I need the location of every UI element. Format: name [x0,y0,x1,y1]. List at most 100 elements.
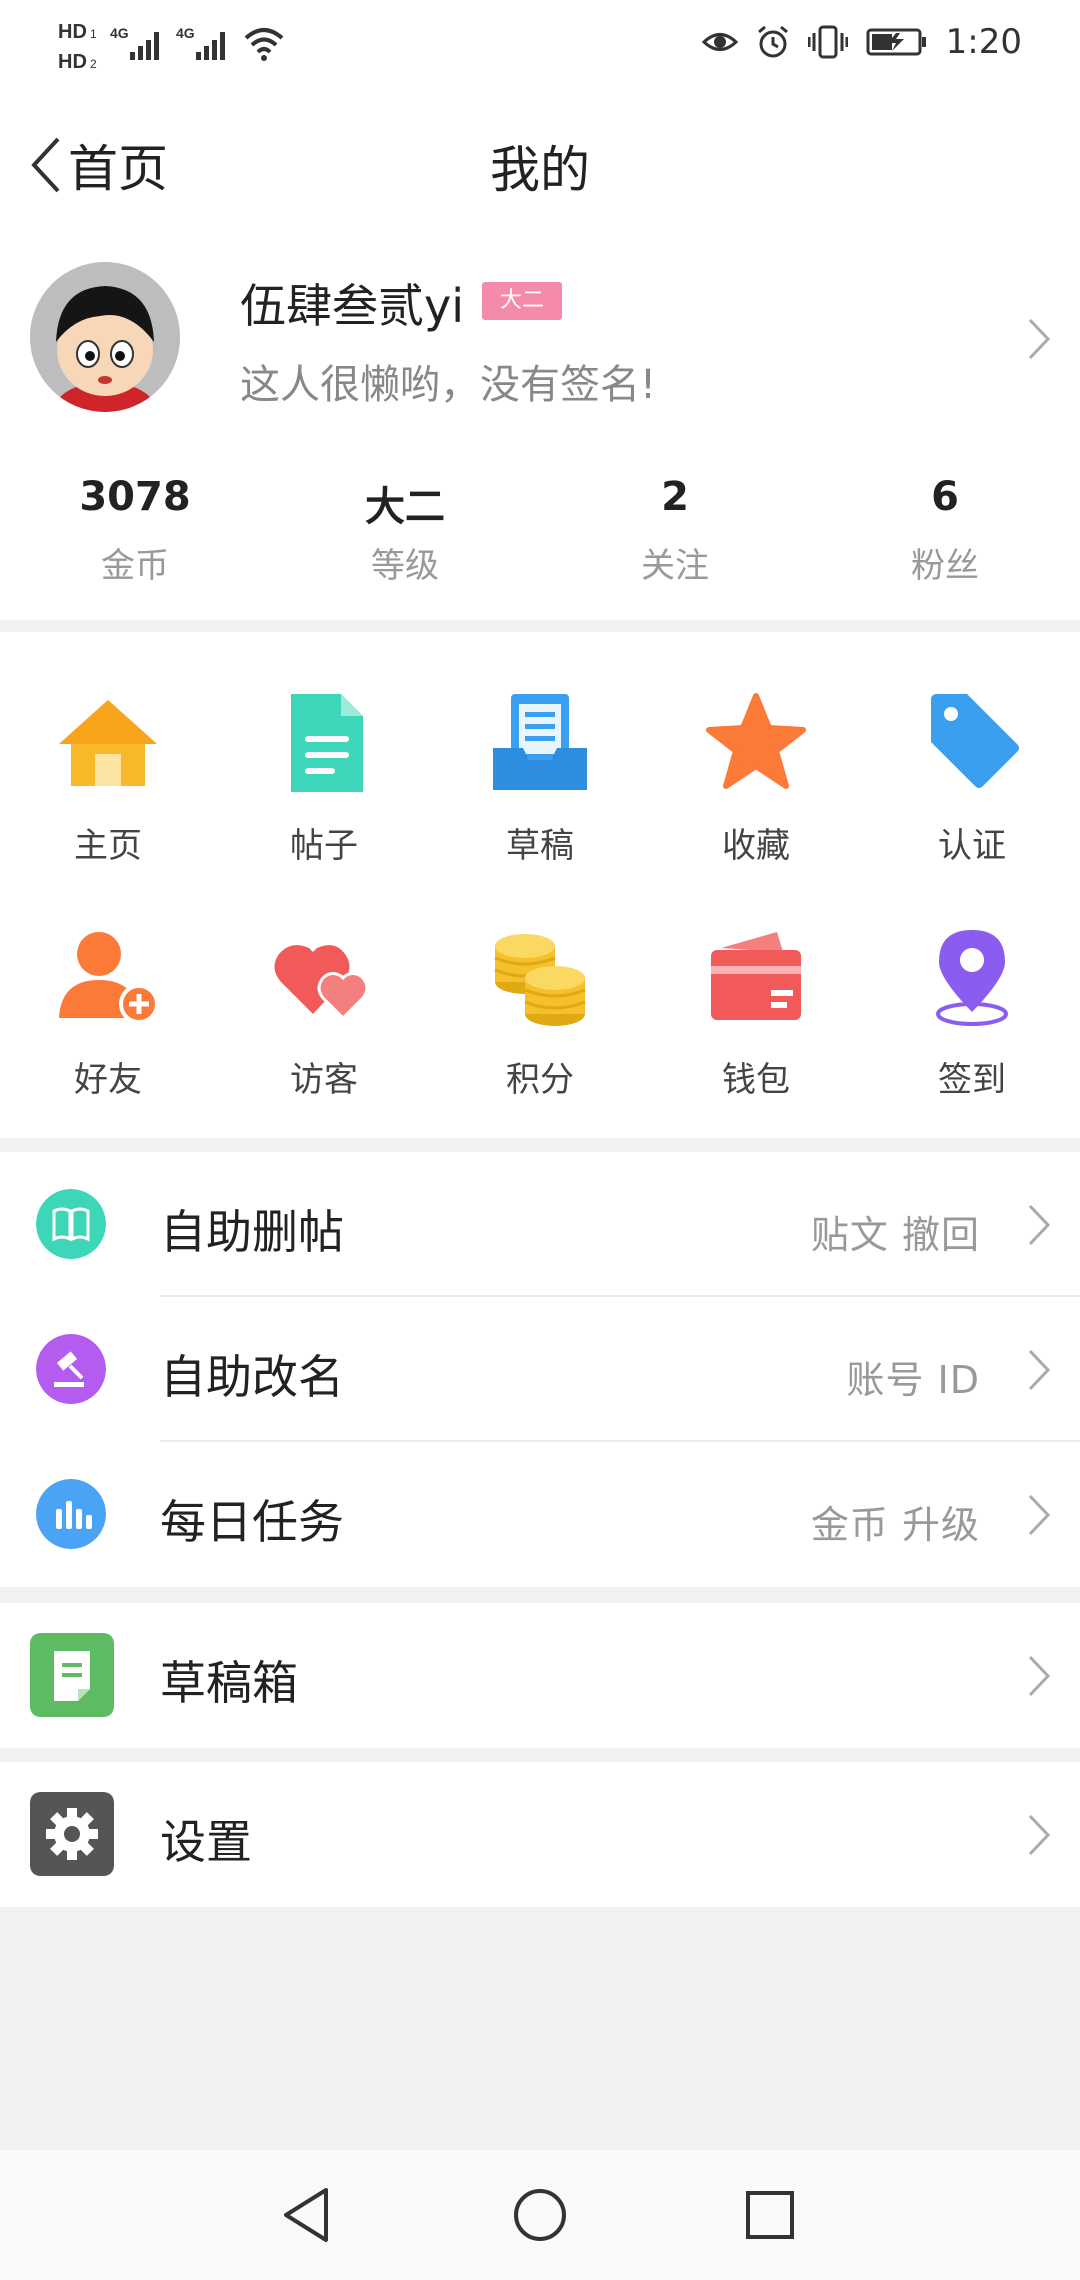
back-nav-icon[interactable] [272,2180,342,2250]
gavel-icon [36,1334,106,1404]
grid-item-visitors[interactable]: 访客 [216,922,432,1101]
list-title: 草稿箱 [160,1656,298,1710]
wifi-icon [244,28,284,61]
page-title: 我的 [490,141,590,199]
stat-level[interactable]: 大二 等级 [270,474,540,587]
grid-label: 收藏 [722,826,790,866]
stat-label: 等级 [371,546,439,586]
stat-fans[interactable]: 6 粉丝 [810,474,1080,587]
list-item-delete-post[interactable]: 自助删帖 贴文 撤回 [0,1152,1080,1297]
grid-item-favorites[interactable]: 收藏 [648,688,864,867]
list-item-rename[interactable]: 自助改名 账号 ID [0,1297,1080,1442]
svg-text:1: 1 [90,27,97,41]
top-app-bar: 首页 我的 [0,92,1080,234]
list-item-settings[interactable]: 设置 [0,1762,1080,1907]
grid-row: 好友 访客 积分 钱包 签到 [0,922,1080,1101]
svg-text:4G: 4G [110,25,129,41]
grid-item-points[interactable]: 积分 [432,922,648,1101]
eye-icon [701,33,738,51]
stat-value: 3078 [79,474,191,520]
chevron-right-icon [1028,1204,1051,1246]
grid-label: 积分 [506,1060,574,1100]
list-title: 自助改名 [160,1350,344,1404]
alarm-icon [757,25,788,58]
status-bar: HD 1 HD 2 4G 4G 1:20 [0,0,1080,92]
location-pin-icon [936,930,1008,1026]
recents-nav-icon[interactable] [735,2180,805,2250]
user-name: 伍肆叁贰yi [240,279,465,333]
grid-item-verify[interactable]: 认证 [864,688,1080,867]
stats-row: 3078 金币 大二 等级 2 关注 6 粉丝 [0,474,1080,587]
stat-value: 大二 [365,484,445,530]
document-icon [291,694,363,792]
grid-item-posts[interactable]: 帖子 [216,688,432,867]
star-icon [706,693,806,789]
avatar[interactable] [30,262,180,412]
signal-icon: 4G [176,25,225,60]
grid-label: 主页 [74,826,142,866]
chevron-right-icon [1028,1814,1051,1856]
coins-icon [494,934,586,1026]
list-hint: 账号 ID [846,1358,980,1402]
settings-panel: 设置 [0,1762,1080,1907]
tools-list: 自助删帖 贴文 撤回 自助改名 账号 ID 每日任务 金币 升级 [0,1152,1080,1587]
status-right: 1:20 [701,22,1022,62]
stat-following[interactable]: 2 关注 [540,474,810,587]
stat-label: 粉丝 [911,546,979,586]
battery-charging-icon [866,28,926,56]
draft-tray-icon [493,694,587,790]
list-title: 设置 [160,1815,252,1869]
svg-text:2: 2 [90,57,97,71]
user-signature: 这人很懒哟，没有签名! [240,362,657,408]
grid-label: 签到 [938,1060,1006,1100]
vibrate-icon [807,25,848,59]
list-item-drafts[interactable]: 草稿箱 [0,1603,1080,1748]
grid-label: 好友 [74,1060,142,1100]
system-nav-bar [0,2150,1080,2280]
list-hint: 金币 升级 [810,1503,980,1547]
svg-text:HD: HD [58,51,87,73]
add-friend-icon [59,932,159,1024]
grid-label: 访客 [290,1060,358,1100]
chevron-right-icon [1028,1655,1051,1697]
chevron-right-icon [1028,1349,1051,1391]
grid-label: 钱包 [722,1060,790,1100]
grid-row: 主页 帖子 草稿 收藏 认证 [0,688,1080,867]
status-left: HD 1 HD 2 4G 4G [58,14,286,74]
avatar-image [30,262,180,412]
list-item-daily-tasks[interactable]: 每日任务 金币 升级 [0,1442,1080,1587]
chevron-right-icon [1028,1494,1051,1536]
feature-grid: 主页 帖子 草稿 收藏 认证 好友 访客 积分 钱包 签到 [0,632,1080,1138]
svg-text:HD: HD [58,21,87,43]
wallet-icon [711,932,801,1020]
note-icon [30,1633,114,1717]
stat-value: 2 [661,474,689,520]
grid-item-checkin[interactable]: 签到 [864,922,1080,1101]
svg-text:4G: 4G [176,25,195,41]
stat-label: 金币 [101,546,169,586]
grid-label: 草稿 [506,826,574,866]
tag-icon [931,694,1019,788]
gear-icon [30,1792,114,1876]
chevron-right-icon[interactable] [1024,314,1054,364]
stat-value: 6 [931,474,959,520]
status-time: 1:20 [945,22,1022,62]
bar-chart-icon [36,1479,106,1549]
grid-item-friends[interactable]: 好友 [0,922,216,1101]
level-badge: 大二 [482,282,562,320]
stat-coins[interactable]: 3078 金币 [0,474,270,587]
home-nav-icon[interactable] [505,2180,575,2250]
hearts-icon [274,945,369,1021]
home-icon [59,700,157,786]
book-icon [36,1189,106,1259]
stat-label: 关注 [641,546,709,586]
grid-item-drafts[interactable]: 草稿 [432,688,648,867]
sim-hd-icon: HD 1 HD 2 [58,21,97,73]
grid-label: 帖子 [290,826,358,866]
grid-item-wallet[interactable]: 钱包 [648,922,864,1101]
list-hint: 贴文 撤回 [810,1213,980,1257]
list-title: 自助删帖 [160,1205,344,1259]
grid-label: 认证 [938,826,1006,866]
list-title: 每日任务 [160,1495,344,1549]
grid-item-home[interactable]: 主页 [0,688,216,867]
